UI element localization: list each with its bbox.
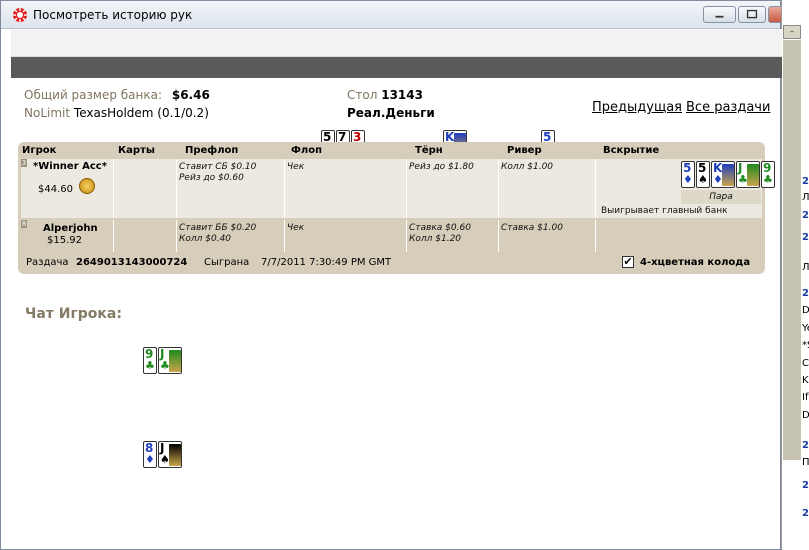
- table-number: Стол 13143: [347, 88, 423, 102]
- background-text-line: 22: [802, 232, 809, 243]
- played-at: 7/7/2011 7:30:49 PM GMT: [261, 257, 392, 268]
- pot-label: Общий размер банка:: [24, 88, 163, 102]
- flop-action: Чек: [287, 162, 305, 172]
- hand-history-table: Игрок Карты Префлоп Флоп Тёрн Ривер Вскр…: [18, 142, 765, 468]
- preflop-action: Ставит СБ $0.10 Рейз до $0.60: [179, 162, 257, 183]
- column-header-river: Ривер: [507, 145, 542, 156]
- all-hands-link[interactable]: Все раздачи: [686, 100, 770, 115]
- player-chat-title: Чат Игрока:: [25, 306, 122, 322]
- background-text-line: 22: [802, 210, 809, 221]
- player-stack: $44.60: [38, 184, 73, 195]
- played-label: Сыграна: [204, 257, 250, 268]
- playing-card: 9 ♣: [143, 347, 157, 374]
- title-bar[interactable]: Посмотреть историю рук: [1, 1, 781, 29]
- background-text-line: 22: [802, 440, 809, 451]
- background-text-line: Ye: [802, 323, 809, 334]
- river-action: Колл $1.00: [501, 162, 554, 172]
- river-action: Ставка $1.00: [501, 223, 563, 233]
- playing-card: 5♠: [696, 161, 710, 188]
- column-header-player: Игрок: [22, 145, 57, 156]
- player-stack: $15.92: [47, 235, 82, 246]
- column-header-flop: Флоп: [291, 145, 323, 156]
- pot-value: $6.46: [171, 88, 210, 102]
- card-suit: ♠: [698, 173, 708, 186]
- flop-action: Чек: [287, 223, 305, 233]
- turn-action: Ставка $0.60 Колл $1.20: [409, 223, 471, 244]
- column-header-preflop: Префлоп: [185, 145, 239, 156]
- background-text-line: *S: [802, 340, 809, 351]
- card-face-icon: [169, 350, 181, 372]
- hand-id: 2649013143000724: [76, 257, 188, 268]
- four-color-deck-checkbox[interactable]: ✔: [622, 256, 634, 268]
- background-text-line: If: [802, 392, 809, 403]
- card-face-icon: [747, 164, 759, 186]
- game-type: NoLimit TexasHoldem (0.1/0.2): [24, 106, 209, 120]
- playing-card: 8 ♦: [143, 441, 157, 468]
- table-value: 13143: [381, 88, 423, 102]
- playing-card: J ♣: [736, 161, 760, 188]
- preflop-action: Ставит ББ $0.20 Колл $0.40: [179, 223, 257, 244]
- maximize-button[interactable]: [738, 6, 766, 23]
- background-text-line: Л: [802, 192, 809, 203]
- minimize-button[interactable]: [703, 6, 736, 23]
- column-header-cards: Карты: [118, 145, 155, 156]
- background-scrollbar-track[interactable]: [783, 40, 801, 460]
- background-text-line: Da: [802, 410, 809, 421]
- card-suit: ♣: [145, 359, 155, 372]
- toolbar-strip: [11, 29, 782, 57]
- column-header-turn: Тёрн: [415, 145, 443, 156]
- previous-hand-link[interactable]: Предыдущая: [592, 100, 682, 115]
- game-name: TexasHoldem: [73, 106, 154, 120]
- money-type: Реал.Деньги: [347, 106, 435, 120]
- player-name: Alperjohn: [43, 223, 98, 234]
- table-row: 8 Alperjohn $15.92 8 ♦ J ♠ Ставит ББ $0.20 К…: [21, 220, 762, 468]
- dealer-chip-icon: [79, 178, 95, 194]
- window-title: Посмотреть историю рук: [33, 8, 193, 22]
- background-text-line: 22: [802, 288, 809, 299]
- seat-number: 3: [21, 159, 27, 167]
- hand-history-window: Посмотреть историю рук Общий размер банк…: [0, 0, 782, 550]
- background-app-window: – 22 Л 22 22 Л 22 Du Ye *S Ca Ka If Da 22 П 22 22: [781, 0, 809, 550]
- background-text-line: Л: [802, 262, 809, 273]
- turn-action: Рейз до $1.80: [409, 162, 474, 172]
- playing-card: 9 ♣: [761, 161, 775, 188]
- four-color-deck-label: 4-хцветная колода: [640, 257, 751, 268]
- background-text-line: 22: [802, 508, 809, 519]
- card-suit: ♣: [763, 173, 773, 186]
- playing-card: J ♣: [158, 347, 182, 374]
- table-label: Стол: [347, 88, 378, 102]
- close-button[interactable]: [768, 6, 781, 23]
- background-text-line: Ca: [802, 358, 809, 369]
- player-name: *Winner Acc*: [33, 161, 107, 172]
- card-suit: ♦: [683, 173, 693, 186]
- game-limit: NoLimit: [24, 106, 71, 120]
- background-text-line: 22: [802, 176, 809, 187]
- background-scroll-up-button[interactable]: –: [783, 25, 801, 39]
- hand-rank: Пара: [681, 190, 761, 204]
- header-band: [11, 57, 782, 78]
- maximize-icon: [746, 9, 758, 19]
- card-suit: ♦: [145, 453, 155, 466]
- card-face-icon: [722, 164, 734, 186]
- table-row: 3 *Winner Acc* $44.60 9 ♣ J ♣ Ставит СБ $0.…: [21, 159, 762, 374]
- playing-card: K♦: [711, 161, 735, 188]
- minimize-icon: [715, 15, 724, 18]
- playing-card: 5♦: [681, 161, 695, 188]
- hand-footer: Раздача 2649013143000724 Сыграна 7/7/201…: [21, 254, 762, 272]
- background-text-line: Du: [802, 305, 809, 316]
- background-text-line: П: [802, 457, 809, 468]
- seat-number: 8: [21, 220, 27, 228]
- playing-card: J ♠: [158, 441, 182, 468]
- pot-size: Общий размер банка: $6.46: [24, 88, 210, 102]
- game-stakes: (0.1/0.2): [157, 106, 209, 120]
- showdown-result: Выигрывает главный банк: [601, 206, 728, 216]
- hand-label: Раздача: [26, 257, 69, 268]
- app-logo-icon: [13, 8, 27, 22]
- background-text-line: Ka: [802, 375, 809, 386]
- column-header-showdown: Вскрытие: [603, 145, 660, 156]
- card-face-icon: [169, 444, 181, 466]
- background-text-line: 22: [802, 480, 809, 491]
